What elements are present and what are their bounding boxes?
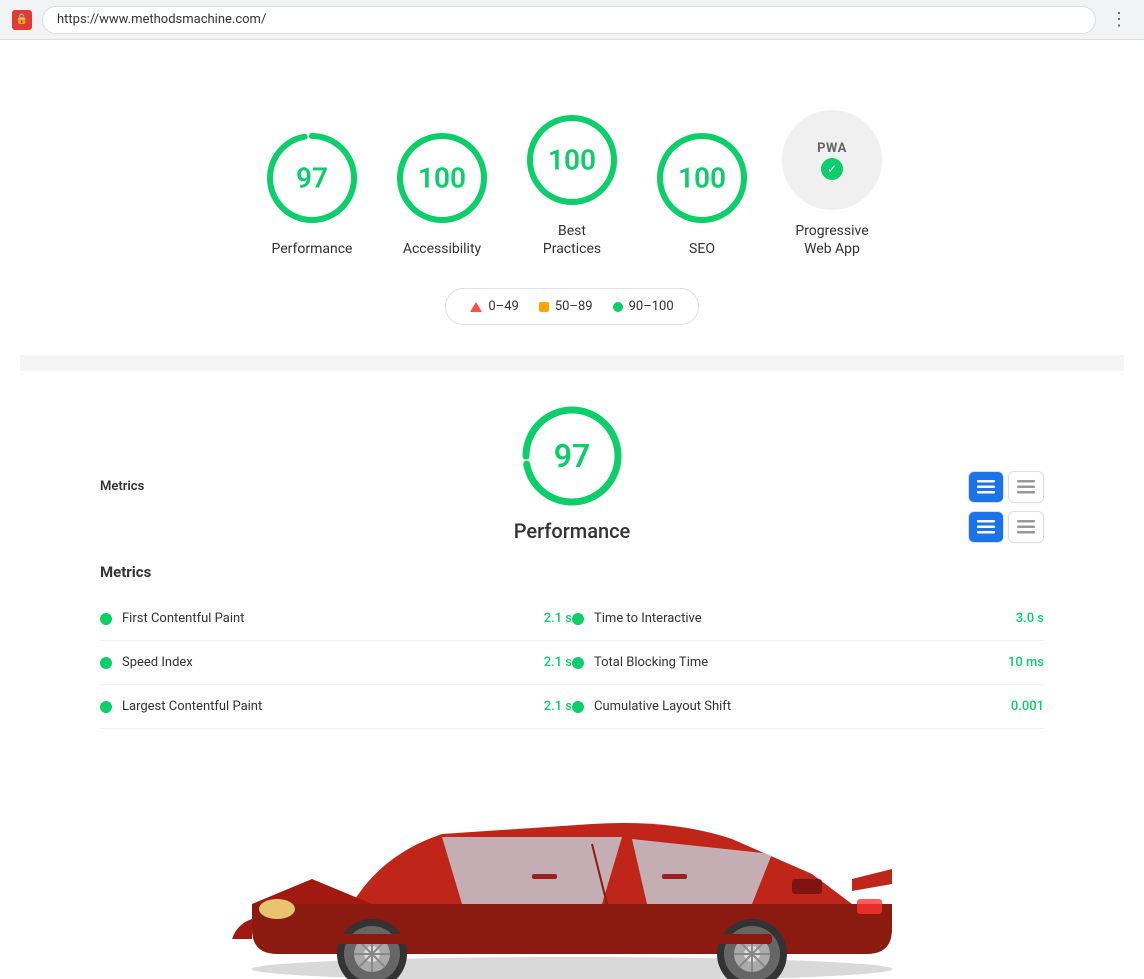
seo-label: SEO [689,240,715,258]
car-section [20,749,1124,979]
metric-row-si: Speed Index 2.1 s [100,641,572,685]
legend-red-icon [470,302,482,312]
seo-circle: 100 [652,128,752,228]
metric-value-fcp: 2.1 s [544,611,572,626]
metric-value-lcp: 2.1 s [544,699,572,714]
toggle-grid-1[interactable] [1008,471,1044,503]
perf-label: Performance [514,519,631,543]
pwa-check-icon: ✓ [821,158,843,180]
legend-range-orange: 50–89 [555,299,593,314]
address-bar[interactable]: https://www.methodsmachine.com/ [42,6,1096,34]
pwa-circle: PWA ✓ [782,110,882,210]
score-item-best-practices: 100 BestPractices [522,110,622,258]
metric-value-tbt: 10 ms [1008,655,1044,670]
metric-name-fcp: First Contentful Paint [122,611,534,626]
accessibility-score: 100 [418,162,466,195]
metric-name-tti: Time to Interactive [594,611,1006,626]
metric-row-lcp: Largest Contentful Paint 2.1 s [100,685,572,729]
scores-row: 97 Performance 100 Accessibility [262,110,882,258]
metric-dot-fcp [100,613,112,625]
metrics-left-col: First Contentful Paint 2.1 s Speed Index… [100,597,572,729]
metric-value-si: 2.1 s [544,655,572,670]
score-item-performance: 97 Performance [262,128,362,258]
metric-row-tti: Time to Interactive 3.0 s [572,597,1044,641]
metric-dot-tti [572,613,584,625]
metric-name-cls: Cumulative Layout Shift [594,699,1001,714]
main-content: 97 Performance 100 Accessibility [0,40,1144,979]
metric-value-cls: 0.001 [1011,699,1044,714]
metrics-right-col: Time to Interactive 3.0 s Total Blocking… [572,597,1044,729]
perf-score-value: 97 [554,437,591,475]
metrics-section: Metrics First Contentful Paint 2.1 s Spe… [100,563,1044,729]
perf-score-area: 97 Performance [100,401,1044,543]
accessibility-circle: 100 [392,128,492,228]
metric-row-tbt: Total Blocking Time 10 ms [572,641,1044,685]
legend-range-green: 90–100 [629,299,674,314]
score-item-seo: 100 SEO [652,128,752,258]
pwa-badge-text: PWA [817,141,847,156]
toggle-area [968,471,1044,543]
perf-score-circle: 97 [517,401,627,511]
metrics-title: Metrics [100,563,1044,581]
url-text: https://www.methodsmachine.com/ [57,12,266,27]
metric-dot-si [100,657,112,669]
metric-value-tti: 3.0 s [1016,611,1044,626]
best-practices-score: 100 [548,144,596,177]
pwa-label: ProgressiveWeb App [795,222,868,258]
metric-dot-cls [572,701,584,713]
metrics-grid: First Contentful Paint 2.1 s Speed Index… [100,597,1044,729]
toggle-list-2[interactable] [968,511,1004,543]
toggle-group-2 [968,511,1044,543]
accessibility-label: Accessibility [403,240,481,258]
score-item-accessibility: 100 Accessibility [392,128,492,258]
performance-circle: 97 [262,128,362,228]
best-practices-circle: 100 [522,110,622,210]
metric-name-tbt: Total Blocking Time [594,655,998,670]
section-divider [20,363,1124,371]
scores-section: 97 Performance 100 Accessibility [20,80,1124,363]
legend-item-orange: 50–89 [539,299,593,314]
metric-name-lcp: Largest Contentful Paint [122,699,534,714]
legend-item-red: 0–49 [470,299,518,314]
toggle-group-1 [968,471,1044,503]
legend-orange-icon [539,302,549,312]
metric-name-si: Speed Index [122,655,534,670]
legend-item-green: 90–100 [613,299,674,314]
metric-row-cls: Cumulative Layout Shift 0.001 [572,685,1044,729]
metric-row-fcp: First Contentful Paint 2.1 s [100,597,572,641]
seo-score: 100 [678,162,726,195]
performance-section: Metrics [20,371,1124,749]
legend-range-red: 0–49 [488,299,518,314]
toggle-list-active[interactable] [968,471,1004,503]
toggle-grid-2[interactable] [1008,511,1044,543]
score-legend: 0–49 50–89 90–100 [445,288,698,325]
score-item-pwa: PWA ✓ ProgressiveWeb App [782,110,882,258]
browser-favicon [12,10,32,30]
best-practices-label: BestPractices [543,222,601,258]
performance-score: 97 [296,162,328,195]
metrics-header-label: Metrics [100,479,144,494]
browser-menu-button[interactable]: ⋮ [1106,9,1132,30]
car-illustration [172,759,972,979]
browser-chrome: https://www.methodsmachine.com/ ⋮ [0,0,1144,40]
legend-green-icon [613,302,623,312]
metric-dot-tbt [572,657,584,669]
metric-dot-lcp [100,701,112,713]
performance-label: Performance [272,240,353,258]
